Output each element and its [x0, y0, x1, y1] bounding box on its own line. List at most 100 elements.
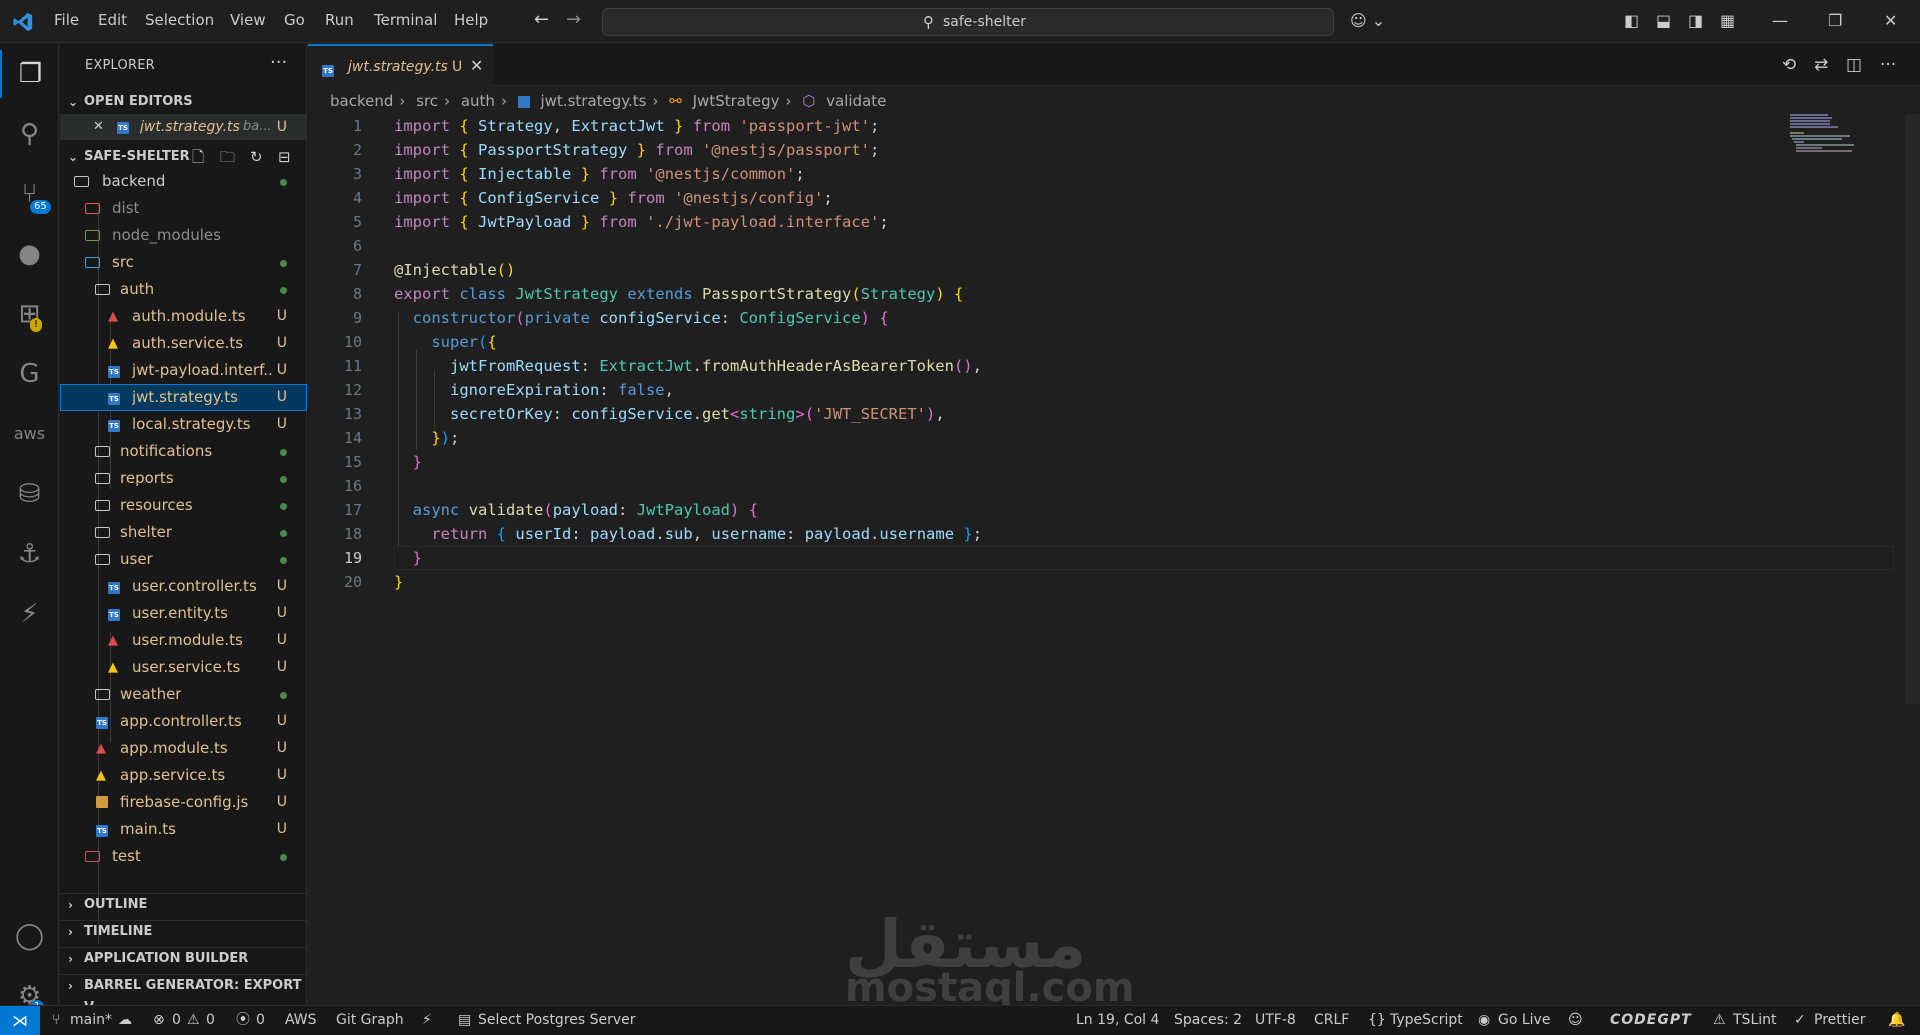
tree-item-user-entity[interactable]: TS user.entity.ts U: [60, 600, 307, 627]
tree-item-app-controller[interactable]: TS app.controller.ts U: [60, 708, 307, 735]
tree-item-user-module[interactable]: ▲ user.module.ts U: [60, 627, 307, 654]
source-control-icon[interactable]: ⑂ 65: [0, 170, 59, 218]
tree-item-reports[interactable]: reports: [60, 465, 307, 492]
go-live-button[interactable]: Go Live: [1498, 1006, 1550, 1035]
tree-item-user[interactable]: user: [60, 546, 307, 573]
tree-item-notifications[interactable]: notifications: [60, 438, 307, 465]
tree-item-dist[interactable]: dist: [60, 195, 307, 222]
breadcrumb-item[interactable]: JwtStrategy: [693, 92, 780, 110]
tree-item-node-modules[interactable]: node_modules: [60, 222, 307, 249]
postgres-button[interactable]: Select Postgres Server: [478, 1006, 636, 1035]
aws-icon[interactable]: aws: [0, 410, 59, 458]
tree-item-weather[interactable]: weather: [60, 681, 307, 708]
explorer-icon[interactable]: ❐: [0, 50, 59, 98]
ports-count[interactable]: 0: [256, 1006, 265, 1035]
tree-item-user-controller[interactable]: TS user.controller.ts U: [60, 573, 307, 600]
tree-item-user-service[interactable]: ▲ user.service.ts U: [60, 654, 307, 681]
warning-count[interactable]: 0: [206, 1006, 215, 1035]
arrow-right-icon[interactable]: →: [566, 9, 581, 30]
breadcrumb-item[interactable]: auth: [461, 92, 495, 110]
tslint-button[interactable]: TSLint: [1733, 1006, 1777, 1035]
tree-item-src[interactable]: src: [60, 249, 307, 276]
tree-item-local-strategy[interactable]: TS local.strategy.ts U: [60, 411, 307, 438]
refresh-icon[interactable]: ↻: [250, 146, 263, 168]
menu-file[interactable]: File: [54, 11, 79, 29]
menu-selection[interactable]: Selection: [145, 11, 214, 29]
more-actions-icon[interactable]: ···: [270, 52, 287, 73]
timeline-section[interactable]: › TIMELINE: [60, 920, 307, 942]
tree-item-firebase-config[interactable]: firebase-config.js U: [60, 789, 307, 816]
project-section[interactable]: ⌄ SAFE-SHELTER 🗋 🗀 ↻ ⊟: [60, 146, 307, 168]
indentation[interactable]: Spaces: 2: [1174, 1006, 1242, 1035]
breadcrumb-item[interactable]: backend: [330, 92, 393, 110]
tree-item-main[interactable]: TS main.ts U: [60, 816, 307, 843]
breadcrumb-item[interactable]: src: [416, 92, 438, 110]
branch-name[interactable]: main*: [70, 1006, 112, 1035]
accounts-icon[interactable]: ◯: [0, 912, 59, 960]
open-changes-icon[interactable]: ⇄: [1814, 55, 1828, 75]
tree-item-app-service[interactable]: ▲ app.service.ts U: [60, 762, 307, 789]
application-builder-section[interactable]: › APPLICATION BUILDER: [60, 947, 307, 969]
close-icon[interactable]: ✕: [1884, 11, 1897, 30]
toggle-panel-icon[interactable]: ⬓: [1656, 11, 1671, 30]
gitlens-icon[interactable]: G: [0, 350, 59, 398]
vscode-logo-icon[interactable]: [12, 11, 34, 33]
barrel-generator-section[interactable]: › BARREL GENERATOR: EXPORT V...: [60, 974, 307, 1015]
tree-item-auth-module[interactable]: ▲ auth.module.ts U: [60, 303, 307, 330]
breadcrumb-item[interactable]: validate: [826, 92, 886, 110]
menu-view[interactable]: View: [230, 11, 266, 29]
extensions-icon[interactable]: ⊞ !: [0, 290, 59, 338]
timeline-history-icon[interactable]: ⟲: [1782, 55, 1796, 75]
menu-edit[interactable]: Edit: [98, 11, 127, 29]
minimap[interactable]: [1790, 114, 1865, 154]
thunder-client-icon[interactable]: ⚡: [0, 590, 59, 638]
close-icon[interactable]: ✕: [470, 56, 483, 75]
open-editors-section[interactable]: ⌄ OPEN EDITORS: [60, 91, 307, 113]
code-editor[interactable]: 1 2 3 4 5 6 7 8 9 10 11 12 13 14 15 16 1…: [308, 114, 1920, 1005]
search-icon[interactable]: ⚲: [0, 110, 59, 158]
encoding[interactable]: UTF-8: [1255, 1006, 1296, 1035]
menu-help[interactable]: Help: [454, 11, 488, 29]
tree-item-app-module[interactable]: ▲ app.module.ts U: [60, 735, 307, 762]
error-count[interactable]: 0: [172, 1006, 181, 1035]
open-editor-item[interactable]: ✕ TS jwt.strategy.ts ba... U: [60, 114, 307, 140]
tree-item-backend[interactable]: backend: [60, 168, 307, 195]
cursor-position[interactable]: Ln 19, Col 4: [1076, 1006, 1159, 1035]
split-editor-icon[interactable]: ◫: [1846, 55, 1862, 75]
menu-go[interactable]: Go: [284, 11, 305, 29]
menu-run[interactable]: Run: [325, 11, 354, 29]
tree-item-auth[interactable]: auth: [60, 276, 307, 303]
tree-item-shelter[interactable]: shelter: [60, 519, 307, 546]
docker-icon[interactable]: ⚓: [0, 530, 59, 578]
tree-item-jwt-strategy[interactable]: TS jwt.strategy.ts U: [60, 384, 307, 411]
language-mode[interactable]: TypeScript: [1390, 1006, 1463, 1035]
toggle-secondary-sidebar-icon[interactable]: ◨: [1688, 11, 1703, 30]
minimize-icon[interactable]: —: [1772, 11, 1788, 30]
codegpt-button[interactable]: CODEGPT: [1610, 1006, 1692, 1035]
arrow-left-icon[interactable]: ←: [534, 9, 549, 30]
restore-icon[interactable]: ❐: [1828, 11, 1842, 30]
aws-status[interactable]: AWS: [285, 1006, 317, 1035]
prettier-button[interactable]: Prettier: [1814, 1006, 1866, 1035]
customize-layout-icon[interactable]: ▦: [1720, 11, 1735, 30]
copilot-status-icon[interactable]: ☺: [1568, 1006, 1583, 1035]
outline-section[interactable]: › OUTLINE: [60, 893, 307, 915]
line-ending[interactable]: CRLF: [1314, 1006, 1349, 1035]
tree-item-test[interactable]: test: [60, 843, 307, 870]
database-icon[interactable]: ⛁: [0, 470, 59, 518]
copilot-icon[interactable]: ☺ ⌄: [1350, 11, 1385, 30]
new-file-icon[interactable]: 🗋: [192, 146, 204, 168]
toggle-primary-sidebar-icon[interactable]: ◧: [1624, 11, 1639, 30]
vertical-scrollbar[interactable]: [1905, 114, 1920, 704]
more-actions-icon[interactable]: ···: [1880, 55, 1896, 75]
close-icon[interactable]: ✕: [93, 114, 104, 140]
tree-item-jwt-payload[interactable]: TS jwt-payload.interf... U: [60, 357, 307, 384]
lightning-icon[interactable]: ⚡: [422, 1006, 432, 1035]
sync-icon[interactable]: ☁: [118, 1006, 132, 1035]
command-center[interactable]: ⚲ safe-shelter: [602, 8, 1334, 36]
editor-tab[interactable]: TS jwt.strategy.ts U ✕: [308, 44, 493, 86]
tree-item-auth-service[interactable]: ▲ auth.service.ts U: [60, 330, 307, 357]
git-graph-button[interactable]: Git Graph: [336, 1006, 404, 1035]
breadcrumb-item[interactable]: jwt.strategy.ts: [541, 92, 647, 110]
notifications-bell-icon[interactable]: 🔔: [1888, 1006, 1905, 1035]
